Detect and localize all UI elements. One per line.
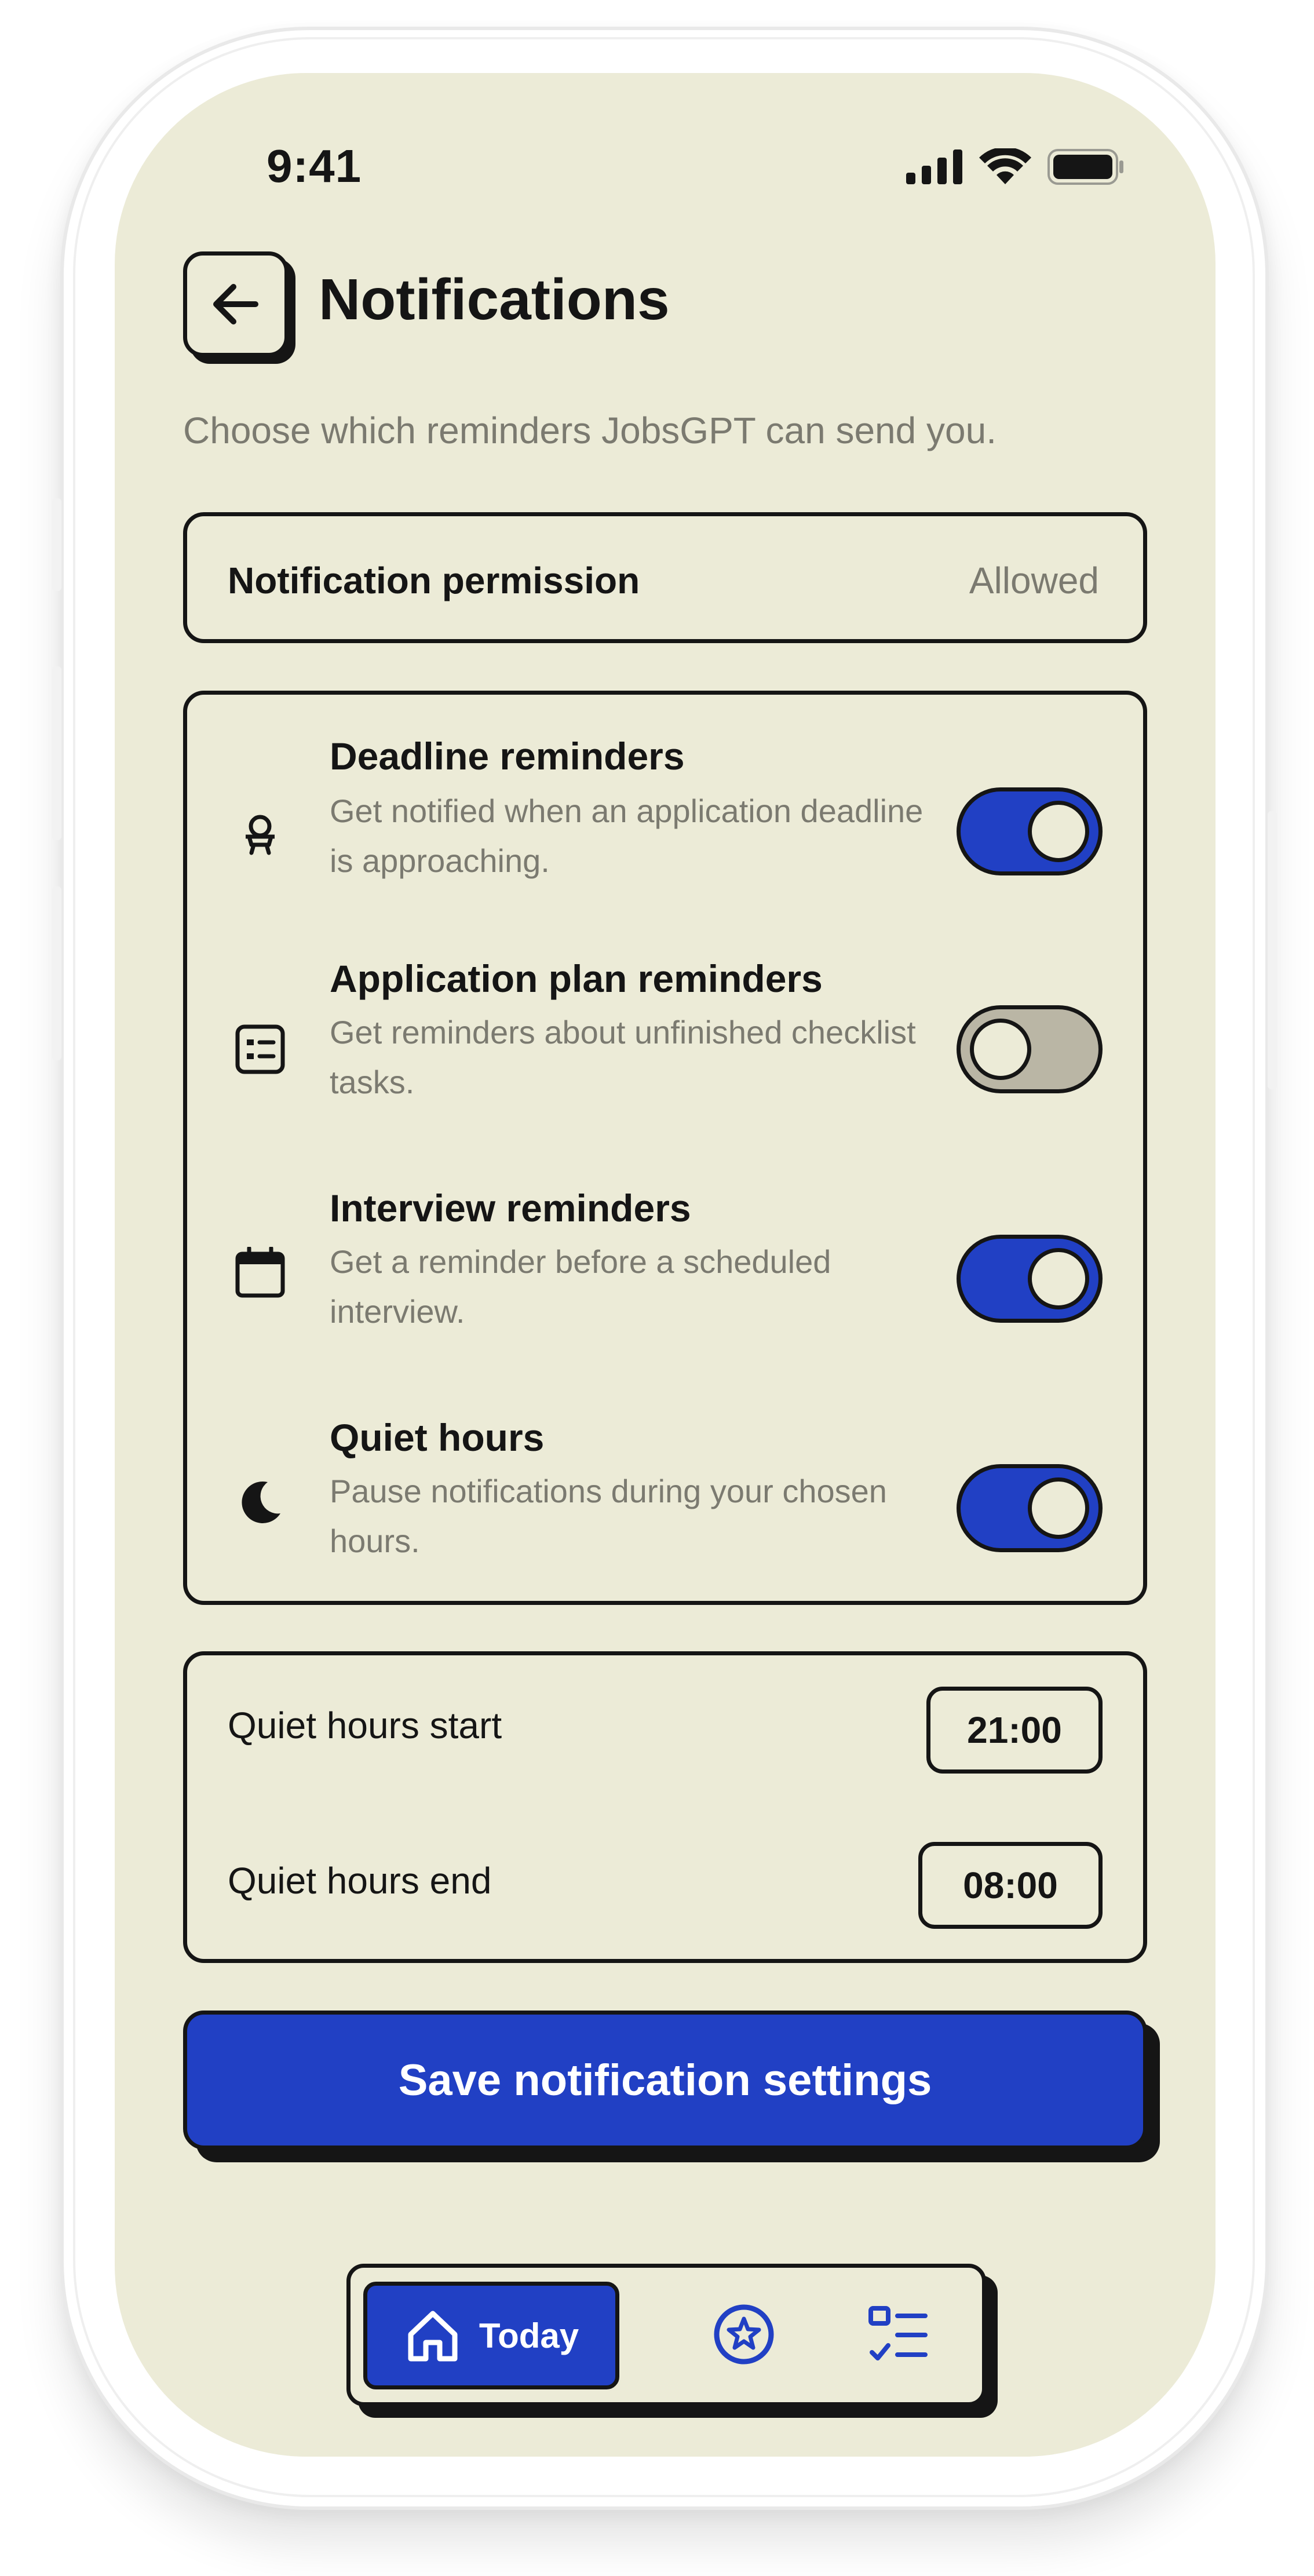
toggle-knob	[1028, 801, 1089, 862]
phone-side-button	[52, 666, 61, 840]
permission-card: Notification permission Allowed	[183, 512, 1147, 643]
quiet-hours-toggle[interactable]	[957, 1464, 1103, 1552]
toggle-knob	[970, 1019, 1031, 1080]
toggle-knob	[1028, 1477, 1089, 1539]
nav-saved-button[interactable]	[706, 2297, 782, 2372]
toggle-row-deadline-reminders: Deadline reminders Get notified when an …	[187, 724, 1143, 944]
interview-reminders-toggle[interactable]	[957, 1235, 1103, 1323]
back-button[interactable]	[183, 251, 289, 357]
toggle-row-interview-reminders: Interview reminders Get a reminder befor…	[187, 1186, 1143, 1406]
moon-icon	[231, 1473, 289, 1531]
status-time: 9:41	[267, 140, 362, 192]
alarm-bell-icon	[231, 805, 289, 863]
tasks-list-icon	[868, 2306, 928, 2360]
nav-today-button[interactable]: Today	[363, 2282, 619, 2389]
permission-label: Notification permission	[228, 560, 640, 601]
wifi-icon	[979, 148, 1031, 184]
toggle-title: Interview reminders	[330, 1187, 691, 1229]
quiet-hours-start-picker[interactable]: 21:00	[926, 1687, 1103, 1774]
phone-side-button	[52, 886, 61, 1060]
app-screen: 9:41 Notifications Choose which reminder…	[115, 73, 1216, 2457]
toggle-description: Get notified when an application deadlin…	[330, 793, 924, 879]
cellular-signal-icon	[906, 149, 962, 184]
quiet-hours-card: Quiet hours start 21:00 Quiet hours end …	[183, 1651, 1147, 1963]
quiet-hours-end-label: Quiet hours end	[228, 1860, 492, 1902]
status-icons	[906, 148, 1124, 185]
page-subtitle: Choose which reminders JobsGPT can send …	[183, 410, 997, 451]
toggle-description: Get reminders about unfinished checklist…	[330, 1014, 916, 1100]
quiet-hours-start-label: Quiet hours start	[228, 1705, 502, 1746]
nav-today-label: Today	[479, 2316, 579, 2355]
deadline-reminders-toggle[interactable]	[957, 787, 1103, 875]
nav-tasks-button[interactable]	[860, 2297, 936, 2372]
toggle-row-application-plan-reminders: Application plan reminders Get reminders…	[187, 957, 1143, 1177]
toggle-title: Quiet hours	[330, 1416, 545, 1459]
home-icon	[408, 2311, 458, 2362]
application-plan-reminders-toggle[interactable]	[957, 1005, 1103, 1093]
toggle-knob	[1028, 1248, 1089, 1309]
star-badge-icon	[714, 2304, 774, 2365]
page-title: Notifications	[319, 267, 670, 332]
toggle-description: Get a reminder before a scheduled interv…	[330, 1243, 831, 1330]
phone-side-button	[52, 498, 61, 591]
battery-icon	[1047, 149, 1123, 185]
checklist-icon	[231, 1020, 289, 1078]
toggle-title: Application plan reminders	[330, 957, 823, 1000]
quiet-hours-end-picker[interactable]: 08:00	[918, 1842, 1103, 1929]
arrow-left-icon	[213, 284, 258, 324]
bottom-nav: Today	[346, 2264, 986, 2406]
toggle-title: Deadline reminders	[330, 735, 685, 778]
toggle-description: Pause notifications during your chosen h…	[330, 1473, 887, 1559]
save-notification-settings-button[interactable]: Save notification settings	[183, 2011, 1147, 2150]
permission-status: Allowed	[969, 560, 1099, 601]
reminder-toggles-card: Deadline reminders Get notified when an …	[183, 691, 1147, 1605]
phone-side-button	[1268, 811, 1277, 1089]
toggle-row-quiet-hours: Quiet hours Pause notifications during y…	[187, 1415, 1143, 1636]
calendar-icon	[231, 1244, 289, 1302]
